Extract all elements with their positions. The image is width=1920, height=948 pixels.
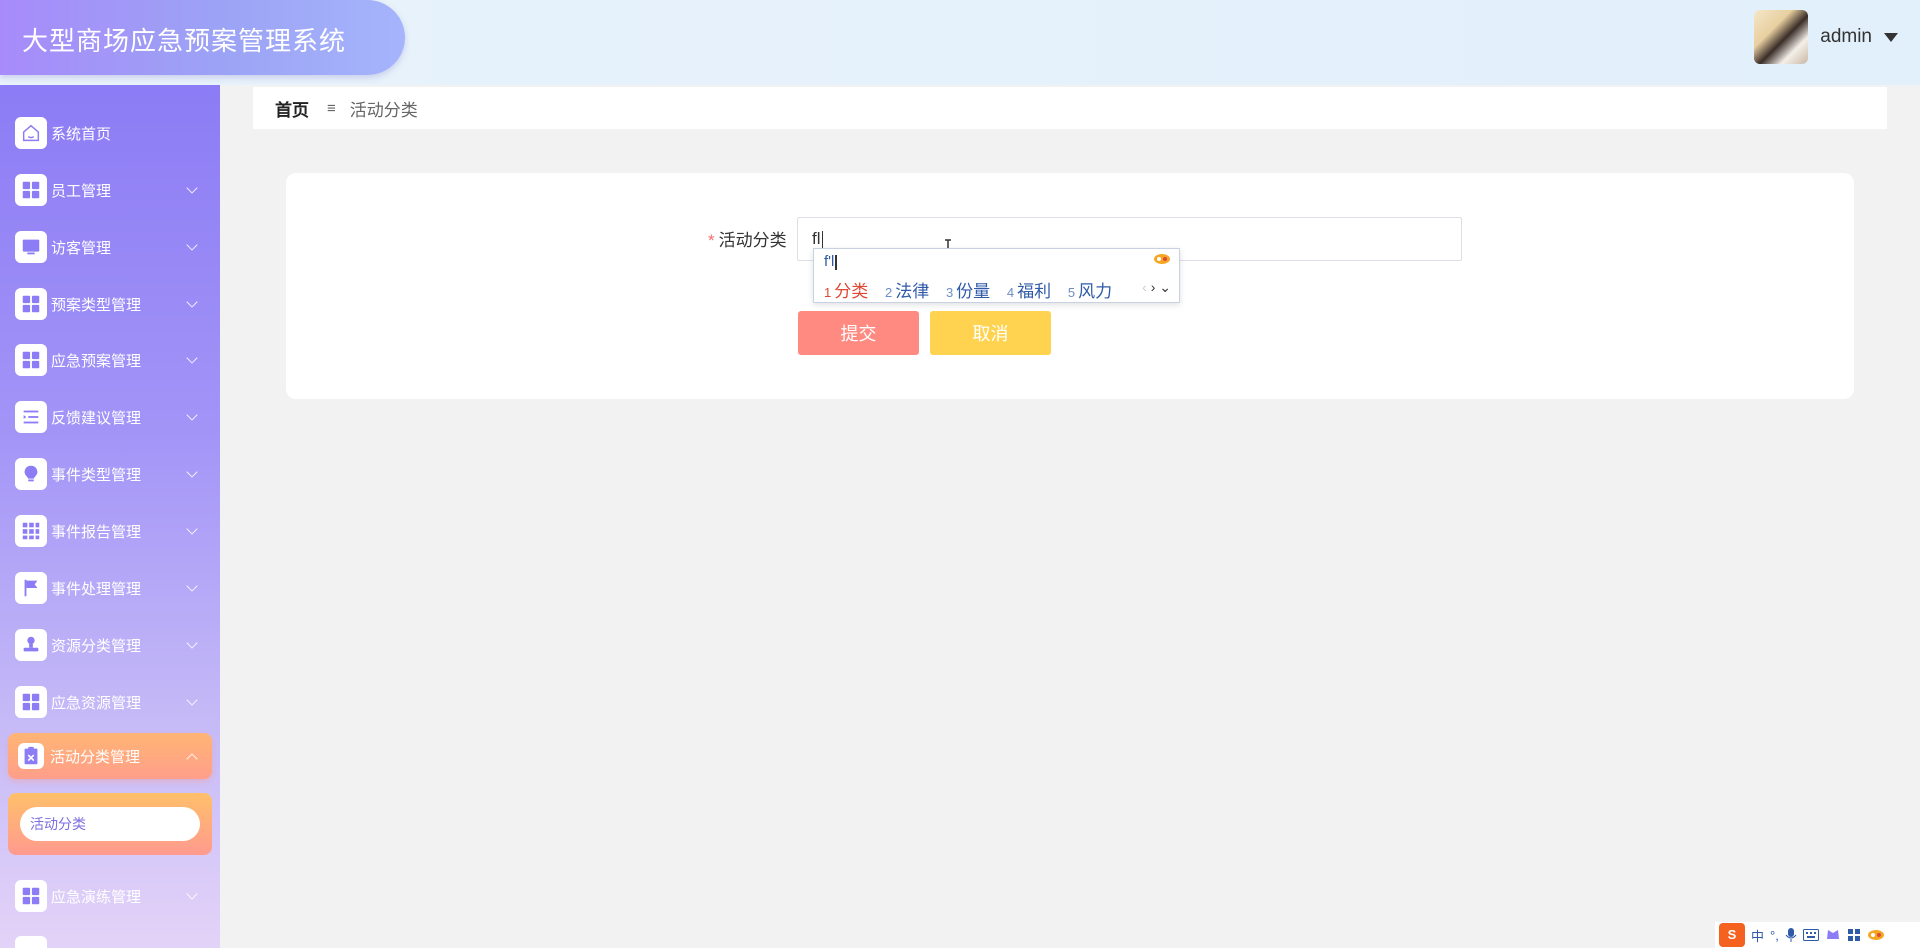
- required-mark: *: [708, 231, 715, 250]
- grid-icon: [15, 288, 47, 320]
- ime-candidate[interactable]: 4 福利: [1007, 282, 1051, 301]
- sidebar-item-emergency-plans[interactable]: 应急预案管理: [8, 336, 212, 384]
- skin-icon[interactable]: [1825, 927, 1841, 943]
- chevron-down-icon: [186, 637, 198, 649]
- sidebar-item-label: 访客管理: [51, 239, 112, 257]
- ime-brand-icon: [1154, 254, 1170, 264]
- grid9-icon: [15, 515, 47, 547]
- ime-composition-text: f'l: [824, 253, 835, 270]
- home-icon: [15, 117, 47, 149]
- ime-candidate[interactable]: 5 风力: [1068, 282, 1112, 301]
- sidebar-item-label: 员工管理: [51, 182, 112, 200]
- ime-mascot-icon[interactable]: [1867, 929, 1885, 941]
- caret-down-icon[interactable]: [1884, 32, 1898, 42]
- sidebar-item-event-handling[interactable]: 事件处理管理: [8, 564, 212, 612]
- sidebar-item-feedback[interactable]: 反馈建议管理: [8, 393, 212, 441]
- submenu-item-activity-category[interactable]: 活动分类: [20, 807, 200, 841]
- ime-toolbar: S 中 °,: [1715, 922, 1920, 948]
- ime-candidate[interactable]: 1 分类: [824, 282, 868, 301]
- ime-candidate[interactable]: 3 份量: [946, 282, 990, 301]
- ime-caret: [835, 254, 837, 270]
- ime-candidate-popup: f'l 1 分类 2 法律 3 份量 4 福利 5 风力 ‹ › ⌄: [813, 248, 1180, 303]
- toolbox-icon[interactable]: [1847, 928, 1861, 942]
- sidebar-item-label: 应急预案管理: [51, 352, 142, 370]
- ime-prev-icon[interactable]: ‹: [1142, 279, 1147, 295]
- sidebar-item-visitors[interactable]: 访客管理: [8, 223, 212, 271]
- sidebar-item-event-reports[interactable]: 事件报告管理: [8, 507, 212, 555]
- breadcrumb-home[interactable]: 首页: [275, 96, 309, 121]
- username[interactable]: admin: [1820, 26, 1872, 48]
- sidebar-item-partial-icon: [15, 936, 47, 948]
- grid-icon: [15, 880, 47, 912]
- grid-icon: [15, 174, 47, 206]
- chevron-down-icon: [186, 888, 198, 900]
- ime-composition: f'l: [824, 253, 837, 270]
- chevron-down-icon: [186, 523, 198, 535]
- grid-icon: [15, 344, 47, 376]
- user-menu[interactable]: admin: [1754, 9, 1898, 65]
- sidebar-item-label: 系统首页: [51, 125, 112, 143]
- ime-next-icon[interactable]: ›: [1151, 279, 1156, 295]
- sidebar-item-label: 事件类型管理: [51, 466, 142, 484]
- sidebar-item-activity-categories[interactable]: 活动分类管理: [8, 733, 212, 779]
- chevron-down-icon: [186, 466, 198, 478]
- sidebar-item-label: 资源分类管理: [51, 637, 142, 655]
- sidebar-item-drills[interactable]: 应急演练管理: [8, 872, 212, 920]
- app-title: 大型商场应急预案管理系统: [22, 26, 347, 56]
- sidebar-item-label: 活动分类管理: [50, 748, 141, 766]
- sidebar-item-label: 应急资源管理: [51, 694, 142, 712]
- ime-candidate-list: 1 分类 2 法律 3 份量 4 福利 5 风力: [824, 277, 1124, 302]
- field-label: * 活动分类: [708, 226, 787, 251]
- flag-icon: [15, 572, 47, 604]
- sidebar-item-label: 应急演练管理: [51, 888, 142, 906]
- sidebar-item-emergency-resources[interactable]: 应急资源管理: [8, 678, 212, 726]
- text-caret: [821, 230, 823, 249]
- field-label-text: 活动分类: [718, 231, 787, 250]
- breadcrumb: 首页 ≡ 活动分类: [253, 87, 1887, 129]
- sidebar-item-label: 事件报告管理: [51, 523, 142, 541]
- microphone-icon[interactable]: [1785, 927, 1797, 943]
- sidebar-item-event-types[interactable]: 事件类型管理: [8, 450, 212, 498]
- sogou-logo-icon[interactable]: S: [1719, 923, 1745, 947]
- chevron-down-icon: [186, 296, 198, 308]
- ime-mode-toggle[interactable]: 中: [1751, 926, 1764, 945]
- grid-icon: [15, 686, 47, 718]
- input-value: fl: [812, 229, 821, 248]
- sidebar-item-label: 预案类型管理: [51, 296, 142, 314]
- chevron-down-icon: [186, 239, 198, 251]
- avatar[interactable]: [1754, 10, 1809, 64]
- chevron-down-icon: [186, 409, 198, 421]
- sidebar-item-staff[interactable]: 员工管理: [8, 166, 212, 214]
- clipboard-icon: [18, 743, 44, 769]
- sidebar-item-label: 事件处理管理: [51, 580, 142, 598]
- punctuation-toggle[interactable]: °,: [1770, 928, 1779, 943]
- keyboard-icon[interactable]: [1802, 929, 1819, 941]
- ime-nav: ‹ › ⌄: [1142, 279, 1171, 296]
- chevron-down-icon: [186, 182, 198, 194]
- sidebar-item-plan-types[interactable]: 预案类型管理: [8, 280, 212, 328]
- list-icon: [15, 401, 47, 433]
- chevron-up-icon: [186, 753, 198, 765]
- breadcrumb-separator: ≡: [327, 99, 336, 117]
- sidebar-item-resource-categories[interactable]: 资源分类管理: [8, 621, 212, 669]
- chevron-down-icon: [186, 352, 198, 364]
- top-header: 大型商场应急预案管理系统 admin: [0, 0, 1920, 85]
- bulb-icon: [15, 458, 47, 490]
- breadcrumb-current: 活动分类: [349, 100, 418, 120]
- cancel-button[interactable]: 取消: [930, 311, 1051, 355]
- submenu-activity: 活动分类: [8, 793, 212, 855]
- app-title-banner: 大型商场应急预案管理系统: [0, 0, 405, 75]
- monitor-icon: [15, 231, 47, 263]
- ime-candidate[interactable]: 2 法律: [885, 282, 929, 301]
- sidebar-item-label: 反馈建议管理: [51, 409, 142, 427]
- sidebar-item-home[interactable]: 系统首页: [8, 109, 212, 157]
- chevron-down-icon: [186, 580, 198, 592]
- stamp-icon: [15, 629, 47, 661]
- submit-button[interactable]: 提交: [798, 311, 919, 355]
- chevron-down-icon: [186, 694, 198, 706]
- ime-expand-icon[interactable]: ⌄: [1159, 279, 1171, 295]
